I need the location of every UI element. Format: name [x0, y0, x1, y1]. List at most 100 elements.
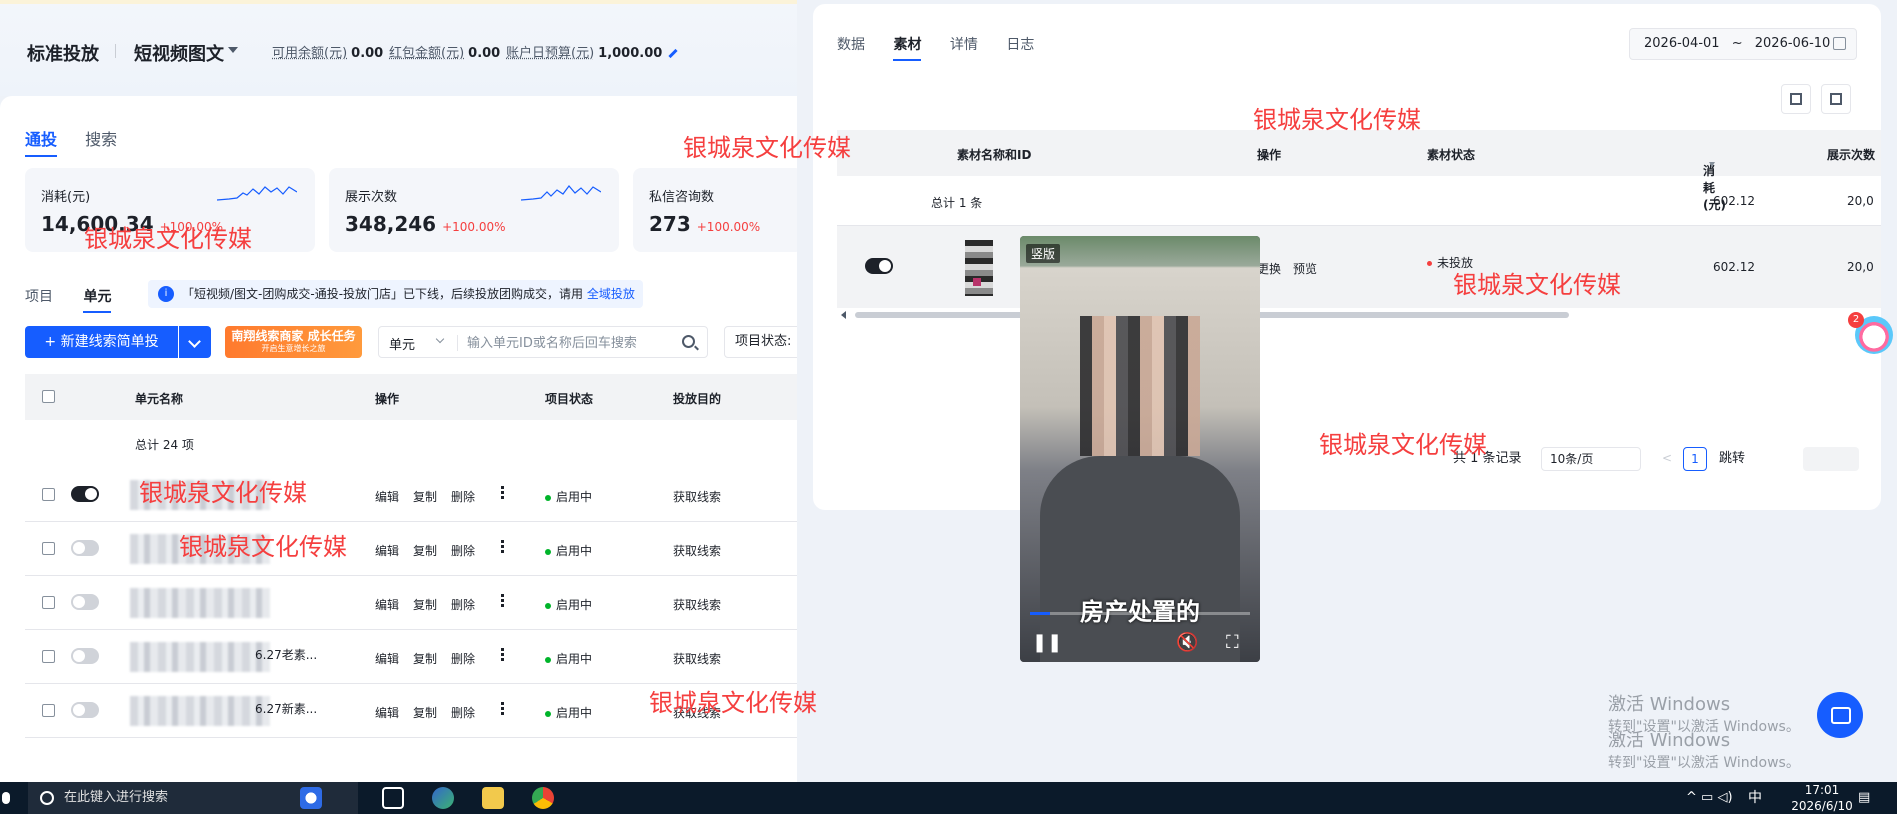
edit-link[interactable]: 编辑 [375, 544, 399, 558]
goal-text: 获取线索 [673, 652, 722, 666]
scroll-left-icon[interactable] [841, 311, 846, 319]
unit-name[interactable]: 6.27新素... [255, 700, 317, 717]
tab-general[interactable]: 通投 [25, 130, 58, 157]
edit-icon[interactable] [668, 48, 678, 59]
delete-link[interactable]: 删除 [451, 544, 475, 558]
chevron-down-icon[interactable] [435, 334, 445, 344]
video-preview[interactable]: 竖版 房产处置的 ❚❚ 🔇 ⛶ [1020, 236, 1260, 662]
chrome-icon[interactable] [532, 787, 554, 809]
mute-icon[interactable]: 🔇 [1176, 632, 1198, 653]
search-icon[interactable] [682, 335, 695, 348]
copy-link[interactable]: 复制 [413, 544, 437, 558]
row-checkbox[interactable] [42, 704, 55, 717]
row-checkbox[interactable] [42, 488, 55, 501]
preview-link[interactable]: 预览 [1293, 260, 1317, 277]
chat-icon[interactable] [1817, 692, 1863, 738]
copy-link[interactable]: 复制 [413, 490, 437, 504]
page-1-button[interactable]: 1 [1683, 447, 1707, 471]
search-scope-select[interactable]: 单元 [389, 334, 415, 353]
delete-link[interactable]: 删除 [451, 598, 475, 612]
replace-link[interactable]: 更换 [1257, 260, 1281, 277]
notification-center-icon[interactable]: ▤ [1858, 790, 1870, 806]
prev-page-button[interactable]: < [1655, 447, 1679, 471]
video-progress[interactable] [1030, 612, 1250, 615]
task-view-icon[interactable] [382, 787, 404, 809]
project-status-filter[interactable]: 项目状态: [724, 326, 804, 358]
tab-project[interactable]: 项目 [25, 289, 53, 305]
row-checkbox[interactable] [42, 542, 55, 555]
more-icon[interactable] [501, 594, 504, 607]
table-total: 总计 24 项 [135, 438, 194, 452]
tab-unit[interactable]: 单元 [83, 289, 112, 313]
delete-link[interactable]: 删除 [451, 652, 475, 666]
tab-search[interactable]: 搜索 [85, 130, 117, 149]
table-row[interactable]: 编辑 复制 删除 启用中 获取线索 [25, 576, 797, 630]
pause-icon[interactable]: ❚❚ [1032, 632, 1062, 653]
edit-link[interactable]: 编辑 [375, 598, 399, 612]
unit-toggle[interactable] [71, 486, 99, 502]
material-thumbnail[interactable] [965, 240, 993, 296]
delete-link[interactable]: 删除 [451, 706, 475, 720]
edit-link[interactable]: 编辑 [375, 490, 399, 504]
tab-data[interactable]: 数据 [837, 37, 865, 53]
start-icon[interactable] [2, 792, 10, 804]
clock[interactable]: 17:01 2026/6/10 [1790, 782, 1854, 814]
metric-label: 私信咨询数 [649, 190, 715, 205]
col-ops: 操作 [375, 392, 400, 406]
table-row[interactable]: 6.27老素... 编辑 复制 删除 启用中 获取线索 [25, 630, 797, 684]
horizontal-scrollbar[interactable] [837, 310, 1881, 320]
select-all-checkbox[interactable] [42, 390, 55, 403]
chevron-down-icon[interactable] [228, 47, 238, 53]
more-icon[interactable] [501, 486, 504, 499]
copy-link[interactable]: 复制 [413, 652, 437, 666]
unit-toggle[interactable] [71, 702, 99, 718]
unit-name-blurred [130, 588, 270, 618]
watermark: 银城泉文化传媒 [1453, 271, 1621, 299]
fullscreen-icon[interactable]: ⛶ [1226, 632, 1239, 653]
material-row[interactable]: 更换 预览 未投放 602.12 20,0 [837, 226, 1881, 308]
row-checkbox[interactable] [42, 596, 55, 609]
available-balance: 可用余额(元) 0.00 [272, 46, 384, 61]
more-icon[interactable] [501, 702, 504, 715]
copy-link[interactable]: 复制 [413, 706, 437, 720]
new-lead-unit-button[interactable]: + 新建线索简单投 [25, 326, 178, 358]
delivery-mode-select[interactable]: 短视频图文 [134, 40, 224, 66]
row-actions: 编辑 复制 删除 [375, 704, 489, 721]
jump-page-input[interactable] [1803, 447, 1859, 471]
edit-link[interactable]: 编辑 [375, 652, 399, 666]
material-toggle[interactable] [865, 258, 893, 274]
edit-link[interactable]: 编辑 [375, 706, 399, 720]
date-range-picker[interactable]: 2026-04-01 ~ 2026-06-10 [1629, 28, 1857, 60]
copy-link[interactable]: 复制 [413, 598, 437, 612]
more-icon[interactable] [501, 540, 504, 553]
export-button[interactable] [1821, 84, 1851, 114]
file-explorer-icon[interactable] [482, 787, 504, 809]
metric-card-consult[interactable]: 私信咨询数 273 +100.00% [633, 168, 803, 252]
unit-toggle[interactable] [71, 648, 99, 664]
more-icon[interactable] [501, 648, 504, 661]
row-checkbox[interactable] [42, 650, 55, 663]
column-settings-button[interactable] [1781, 84, 1811, 114]
growth-task-banner[interactable]: 南翔线索商家 成长任务 开启生意增长之旅 [225, 326, 362, 358]
tab-material[interactable]: 素材 [893, 37, 922, 61]
edge-icon[interactable] [432, 787, 454, 809]
unit-toggle[interactable] [71, 540, 99, 556]
table-row[interactable]: 编辑 复制 删除 启用中 获取线索 [25, 522, 797, 576]
sort-icon[interactable] [1709, 162, 1715, 167]
unit-toggle[interactable] [71, 594, 99, 610]
page-size-select[interactable]: 10条/页 [1541, 447, 1641, 471]
metric-card-impressions[interactable]: 展示次数 348,246 +100.00% [329, 168, 619, 252]
unit-name[interactable]: 6.27老素... [255, 646, 317, 663]
tab-detail[interactable]: 详情 [950, 37, 978, 53]
ime-indicator[interactable]: 中 [1748, 790, 1762, 806]
col-unit-name: 单元名称 [135, 392, 184, 406]
new-button-dropdown[interactable] [179, 326, 211, 358]
system-tray-icons[interactable]: ^ ▭ ◁) [1686, 790, 1733, 806]
search-input[interactable] [467, 332, 667, 354]
metric-value: 348,246 +100.00% [345, 212, 506, 236]
global-delivery-link[interactable]: 全域投放 [587, 287, 635, 301]
delete-link[interactable]: 删除 [451, 490, 475, 504]
sparkline [521, 185, 601, 201]
weather-icon[interactable] [300, 787, 322, 809]
tab-log[interactable]: 日志 [1006, 37, 1034, 53]
